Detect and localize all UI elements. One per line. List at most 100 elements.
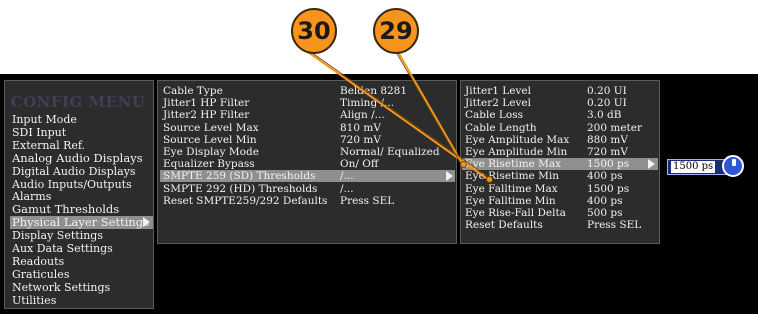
physical-layer-item[interactable]: Eye Display Mode Normal/ Equalized: [160, 146, 455, 158]
threshold-label: Eye Falltime Max: [465, 182, 558, 195]
submenu-arrow-icon: [446, 171, 453, 182]
config-menu-item[interactable]: Display Settings: [10, 229, 153, 242]
config-menu-item[interactable]: Readouts: [10, 255, 153, 268]
threshold-label: Eye Risetime Max: [465, 158, 562, 171]
config-menu-title: CONFIG MENU: [10, 93, 146, 111]
threshold-label: Eye Rise-Fall Delta: [465, 207, 566, 219]
setting-value: Press SEL: [340, 194, 395, 207]
threshold-label: Eye Risetime Min: [465, 170, 559, 183]
config-menu-item[interactable]: Graticules: [10, 268, 153, 281]
physical-layer-item[interactable]: SMPTE 259 (SD) Thresholds /...: [160, 170, 455, 183]
threshold-label: Reset Defaults: [465, 219, 543, 232]
setting-label: Equalizer Bypass: [163, 158, 255, 171]
threshold-label: Cable Loss: [465, 109, 523, 122]
threshold-item[interactable]: Jitter1 Level 0.20 UI: [462, 85, 658, 97]
threshold-item[interactable]: Eye Falltime Min 400 ps: [462, 195, 658, 207]
threshold-label: Cable Length: [465, 121, 537, 134]
config-menu-item-label: Graticules: [12, 267, 70, 281]
threshold-value: 1500 ps: [587, 158, 630, 171]
callout-30-target: [486, 176, 493, 183]
threshold-item[interactable]: Eye Risetime Max 1500 ps: [462, 158, 658, 171]
value-edit-box[interactable]: 1500 ps: [667, 159, 727, 175]
config-menu-item[interactable]: Input Mode: [10, 113, 153, 126]
config-menu-item[interactable]: Analog Audio Displays: [10, 150, 153, 165]
threshold-item[interactable]: Eye Amplitude Max 880 mV: [462, 134, 658, 146]
config-menu-item-label: Physical Layer Settings: [12, 215, 150, 230]
config-menu-item[interactable]: Audio Inputs/Outputs: [10, 178, 153, 191]
config-menu-item-label: Audio Inputs/Outputs: [12, 177, 132, 191]
threshold-value: 200 meter: [587, 121, 643, 134]
threshold-item[interactable]: Eye Amplitude Min 720 mV: [462, 146, 658, 158]
threshold-item[interactable]: Cable Length 200 meter: [462, 122, 658, 134]
config-menu-item[interactable]: Network Settings: [10, 281, 153, 294]
submenu-arrow-icon: [648, 159, 655, 170]
physical-layer-item[interactable]: SMPTE 292 (HD) Thresholds /...: [160, 183, 455, 195]
setting-value: Align /...: [340, 109, 385, 122]
threshold-label: Eye Amplitude Max: [465, 133, 570, 146]
setting-value: On/ Off: [340, 158, 379, 171]
physical-layer-item[interactable]: Cable Type Belden 8281: [160, 85, 455, 97]
threshold-item[interactable]: Cable Loss 3.0 dB: [462, 109, 658, 121]
setting-label: Cable Type: [163, 85, 223, 97]
threshold-value: 3.0 dB: [587, 109, 622, 122]
physical-layer-item[interactable]: Source Level Min 720 mV: [160, 134, 455, 146]
knob-icon[interactable]: [722, 155, 744, 177]
config-menu-item-label: Analog Audio Displays: [12, 150, 143, 165]
setting-value: /...: [340, 170, 354, 183]
physical-layer-item[interactable]: Source Level Max 810 mV: [160, 122, 455, 134]
setting-value: 810 mV: [340, 121, 381, 134]
callout-29-target: [460, 161, 467, 168]
config-menu-item[interactable]: Digital Audio Displays: [10, 165, 153, 178]
config-menu-item-label: SDI Input: [12, 125, 67, 139]
setting-value: Belden 8281: [340, 85, 408, 97]
threshold-value: 400 ps: [587, 170, 623, 183]
setting-label: SMPTE 292 (HD) Thresholds: [163, 182, 318, 195]
config-menu-item[interactable]: SDI Input: [10, 126, 153, 139]
threshold-value: Press SEL: [587, 219, 642, 232]
callout-29: 29: [373, 8, 419, 54]
setting-label: Source Level Max: [163, 121, 259, 134]
threshold-value: 500 ps: [587, 207, 623, 219]
config-menu-item-label: Readouts: [12, 254, 65, 268]
threshold-item[interactable]: Reset Defaults Press SEL: [462, 219, 658, 231]
threshold-item[interactable]: Jitter2 Level 0.20 UI: [462, 97, 658, 109]
setting-label: SMPTE 259 (SD) Thresholds: [163, 170, 316, 183]
config-menu-item-label: Digital Audio Displays: [12, 164, 136, 178]
threshold-label: Eye Falltime Min: [465, 194, 556, 207]
setting-value: 720 mV: [340, 133, 381, 146]
threshold-item[interactable]: Eye Rise-Fall Delta 500 ps: [462, 207, 658, 219]
physical-layer-item[interactable]: Jitter2 HP Filter Align /...: [160, 109, 455, 121]
config-menu-item-label: Aux Data Settings: [12, 242, 113, 255]
setting-value: /...: [340, 182, 354, 195]
threshold-value: 0.20 UI: [587, 85, 627, 97]
setting-label: Source Level Min: [163, 133, 257, 146]
physical-layer-item[interactable]: Jitter1 HP Filter Timing /...: [160, 97, 455, 109]
threshold-item[interactable]: Eye Falltime Max 1500 ps: [462, 183, 658, 195]
physical-layer-item[interactable]: Reset SMPTE259/292 Defaults Press SEL: [160, 195, 455, 207]
threshold-label: Eye Amplitude Min: [465, 146, 568, 158]
threshold-value: 720 mV: [587, 146, 628, 158]
setting-label: Jitter2 HP Filter: [163, 109, 250, 122]
callout-30: 30: [291, 8, 337, 54]
submenu-arrow-icon: [143, 217, 150, 228]
config-menu-item[interactable]: Aux Data Settings: [10, 242, 153, 255]
config-menu-item-label: Input Mode: [12, 113, 77, 126]
threshold-value: 880 mV: [587, 133, 628, 146]
config-menu-item-label: Network Settings: [12, 280, 111, 294]
setting-value: Normal/ Equalized: [340, 146, 440, 158]
threshold-label: Jitter2 Level: [465, 97, 531, 110]
config-menu-item-label: Utilities: [12, 293, 57, 307]
config-menu-item-label: External Ref.: [12, 138, 86, 152]
setting-label: Eye Display Mode: [163, 146, 259, 158]
config-menu-item[interactable]: External Ref.: [10, 139, 153, 152]
threshold-value: 400 ps: [587, 194, 623, 207]
config-menu-item-label: Display Settings: [12, 229, 103, 243]
setting-label: Jitter1 HP Filter: [163, 97, 250, 110]
physical-layer-item[interactable]: Equalizer Bypass On/ Off: [160, 158, 455, 170]
threshold-value: 0.20 UI: [587, 97, 627, 110]
config-menu-item[interactable]: Physical Layer Settings: [10, 215, 153, 230]
threshold-value: 1500 ps: [587, 182, 630, 195]
value-edit-text: 1500 ps: [671, 161, 716, 173]
threshold-label: Jitter1 Level: [465, 85, 531, 97]
config-menu-item[interactable]: Utilities: [10, 294, 153, 307]
